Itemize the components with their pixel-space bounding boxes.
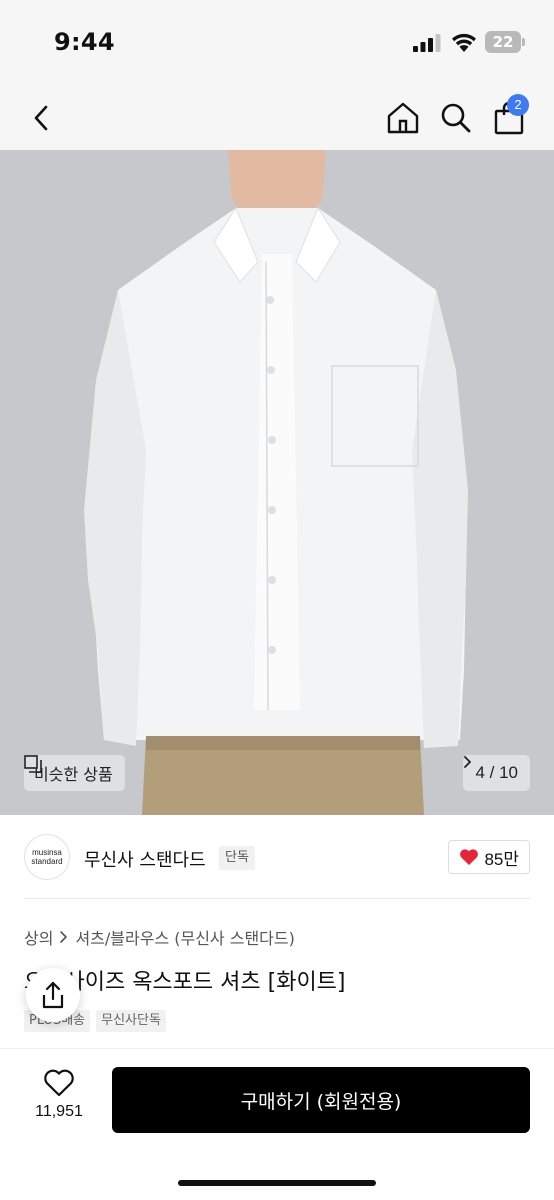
status-time: 9:44	[54, 28, 115, 56]
wishlist-count: 11,951	[35, 1103, 83, 1120]
product-photo	[0, 150, 554, 815]
back-button[interactable]	[20, 96, 64, 140]
home-icon	[387, 102, 419, 134]
wifi-icon	[452, 33, 476, 52]
chevron-left-icon	[34, 105, 48, 131]
similar-products-label: 비슷한 상품	[34, 765, 113, 784]
brand-logo-line2: standard	[31, 857, 63, 866]
wishlist-button[interactable]: 11,951	[22, 1069, 96, 1133]
similar-products-button[interactable]: 비슷한 상품	[24, 755, 125, 791]
home-indicator	[178, 1180, 376, 1186]
cart-button[interactable]: 2	[487, 94, 531, 140]
divider	[24, 898, 530, 899]
exclusive-tag: 무신사단독	[96, 1010, 166, 1032]
brand-name[interactable]: 무신사 스탠다드	[84, 846, 206, 872]
status-bar: 9:44 22	[0, 0, 554, 88]
brand-row: musinsa standard 무신사 스탠다드 단독 85만	[0, 830, 554, 884]
cart-count-badge: 2	[507, 94, 529, 116]
cellular-signal-icon	[413, 34, 441, 52]
top-nav-bar: 2	[0, 88, 554, 150]
exclusive-badge: 단독	[219, 846, 255, 870]
heart-filled-icon	[460, 849, 479, 865]
search-button[interactable]	[434, 96, 478, 140]
brand-like-count: 85만	[484, 849, 519, 869]
breadcrumb-subcategory[interactable]: 셔츠/블라우스 (무신사 스탠다드)	[75, 925, 294, 949]
battery-level: 22	[485, 31, 521, 53]
battery-icon: 22	[485, 31, 525, 53]
image-page-indicator[interactable]: 4 / 10	[463, 755, 530, 791]
brand-like-button[interactable]: 85만	[448, 840, 530, 874]
stacked-squares-icon	[24, 755, 42, 773]
bottom-action-bar: 11,951 구매하기 (회원전용)	[0, 1048, 554, 1200]
product-image-carousel[interactable]: 비슷한 상품 4 / 10	[0, 150, 554, 815]
breadcrumb: 상의 셔츠/블라우스 (무신사 스탠다드)	[24, 925, 295, 949]
breadcrumb-category[interactable]: 상의	[24, 925, 53, 949]
chevron-right-icon	[464, 756, 472, 768]
page-indicator-text: 4 / 10	[475, 763, 518, 782]
buy-button[interactable]: 구매하기 (회원전용)	[112, 1067, 530, 1133]
home-button[interactable]	[381, 96, 425, 140]
chevron-right-icon	[60, 931, 68, 943]
brand-logo[interactable]: musinsa standard	[24, 834, 70, 880]
search-icon	[441, 103, 471, 133]
brand-logo-line1: musinsa	[32, 848, 62, 857]
share-icon	[42, 981, 64, 1009]
share-button[interactable]	[26, 968, 80, 1022]
heart-outline-icon	[44, 1069, 74, 1097]
